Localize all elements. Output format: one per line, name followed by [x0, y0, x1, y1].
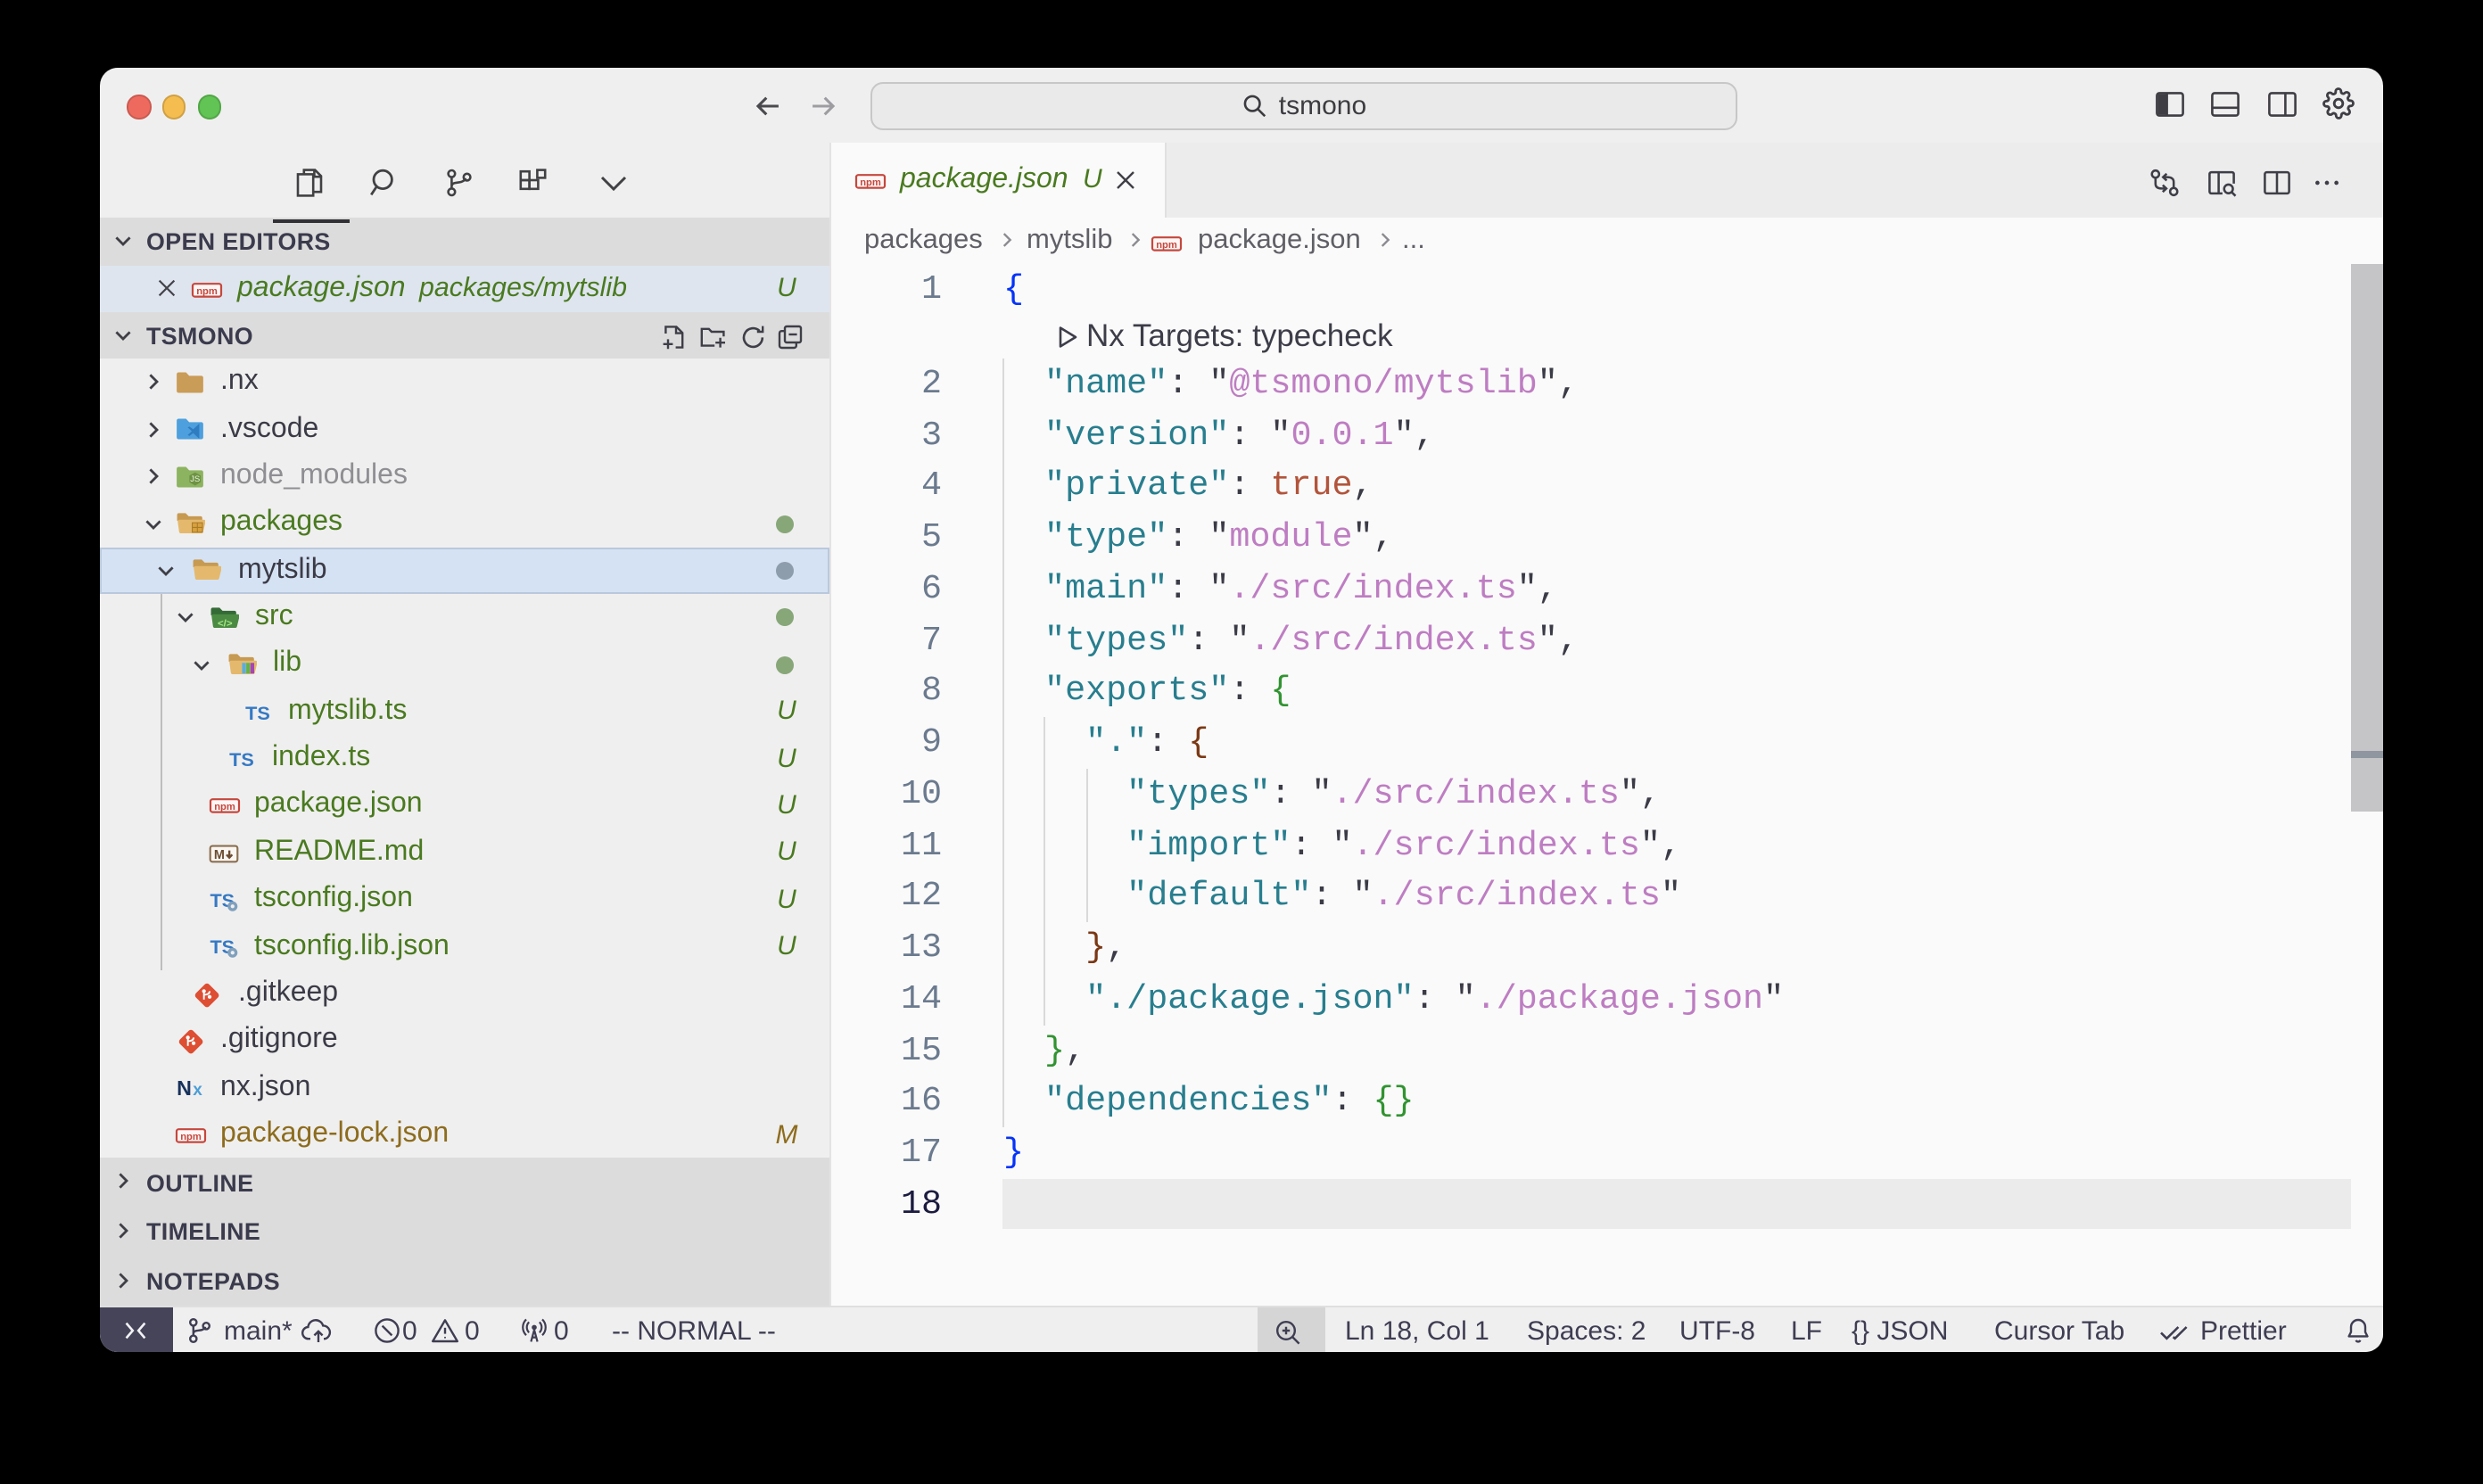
svg-text:M: M [214, 847, 225, 862]
svg-text:N: N [177, 1077, 192, 1101]
svg-text:npm: npm [180, 1132, 202, 1142]
svg-text:npm: npm [214, 803, 235, 813]
svg-text:TS: TS [229, 748, 254, 771]
svg-text:x: x [193, 1082, 202, 1101]
svg-text:</>: </> [218, 618, 233, 629]
svg-text:npm: npm [1156, 239, 1177, 250]
svg-text:TS: TS [245, 701, 270, 723]
svg-text:npm: npm [196, 285, 218, 296]
svg-text:npm: npm [859, 177, 880, 187]
svg-text:JS: JS [190, 474, 200, 482]
